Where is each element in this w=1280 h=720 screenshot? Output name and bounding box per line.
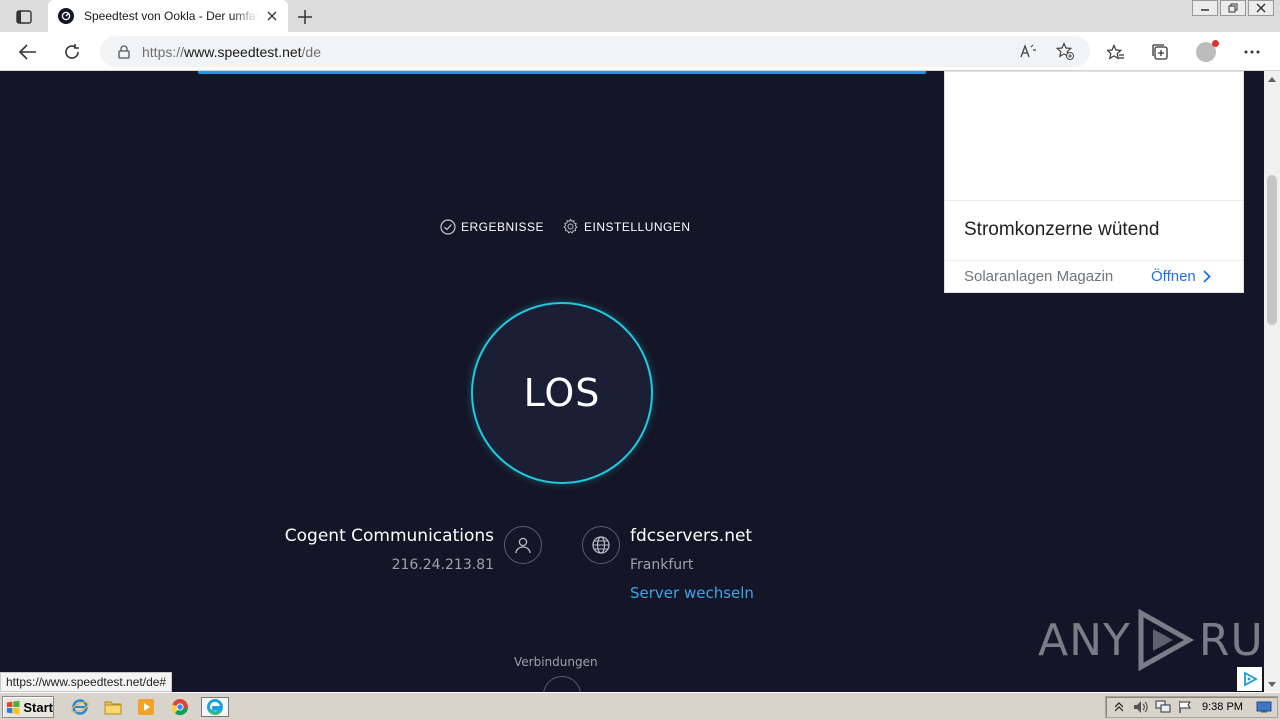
url-path: /de: [301, 43, 322, 60]
globe-icon: [582, 526, 620, 564]
internet-explorer-icon[interactable]: [69, 697, 91, 717]
adchoices-icon[interactable]: [1237, 667, 1262, 691]
gear-icon: [563, 218, 578, 234]
scroll-up-icon[interactable]: [1264, 71, 1280, 87]
edge-icon: [207, 699, 223, 715]
speedtest-page: ERGEBNISSE EINSTELLUNGEN LOS Cogent Comm…: [0, 71, 1264, 692]
read-aloud-icon[interactable]: [1018, 40, 1040, 62]
reload-button[interactable]: [59, 39, 85, 65]
more-options-icon: [1244, 50, 1260, 54]
start-test-label: LOS: [523, 371, 601, 415]
checkmark-circle-icon: [440, 218, 456, 235]
header-accent-bar: [198, 71, 926, 74]
change-server-link[interactable]: Server wechseln: [630, 584, 754, 602]
server-name: fdcservers.net: [630, 526, 753, 546]
ad-open-button[interactable]: Öffnen: [1151, 268, 1211, 285]
show-hidden-icons-icon[interactable]: [1110, 699, 1128, 715]
play-logo-icon: [1138, 609, 1194, 671]
chevron-right-icon: [1203, 270, 1211, 283]
results-label: ERGEBNISSE: [461, 219, 545, 234]
results-link[interactable]: ERGEBNISSE: [440, 218, 545, 235]
ad-source: Solaranlagen Magazin: [964, 268, 1114, 285]
ad-open-label: Öffnen: [1151, 268, 1196, 285]
taskbar: Start 9:38 PM: [0, 692, 1280, 720]
minimize-button[interactable]: [1192, 0, 1218, 16]
restore-icon: [1228, 3, 1238, 13]
tab-title: Speedtest von Ookla - Der umfassende Ges…: [84, 9, 258, 23]
watermark-left: ANY: [1038, 614, 1131, 666]
browser-tab-active[interactable]: Speedtest von Ookla - Der umfassende Ges…: [48, 0, 288, 32]
browser-toolbar: https://www.speedtest.net/de: [0, 32, 1280, 71]
close-icon: [1256, 3, 1266, 13]
favorites-icon: [1107, 43, 1124, 60]
collections-button[interactable]: [1147, 39, 1173, 65]
start-button[interactable]: Start: [2, 696, 54, 718]
profile-button[interactable]: [1193, 39, 1219, 65]
url-host: www.speedtest.net: [184, 43, 302, 60]
taskbar-clock[interactable]: 9:38 PM: [1202, 701, 1243, 713]
page-scrollbar[interactable]: [1264, 71, 1280, 692]
connections-label: Verbindungen: [514, 655, 598, 669]
windows-logo-icon: [6, 700, 20, 714]
url-scheme: https://: [142, 43, 185, 60]
scroll-down-icon[interactable]: [1264, 676, 1280, 692]
tab-close-icon[interactable]: [264, 8, 280, 24]
arrow-left-icon: [19, 44, 36, 60]
minimize-icon: [1201, 9, 1209, 11]
tab-actions-button[interactable]: [10, 6, 38, 28]
ad-image: [945, 72, 1243, 201]
watermark-right: RUN: [1198, 614, 1264, 666]
server-location: Frankfurt: [630, 557, 694, 573]
action-center-flag-icon[interactable]: [1176, 699, 1194, 715]
connections-toggle-icon[interactable]: [543, 676, 581, 692]
collections-icon: [1152, 44, 1168, 60]
avatar: [1196, 40, 1219, 62]
scrollbar-thumb[interactable]: [1267, 175, 1277, 325]
restore-button[interactable]: [1220, 0, 1246, 16]
status-bar-url: https://www.speedtest.net/de#: [0, 672, 173, 692]
system-tray: 9:38 PM: [1105, 696, 1278, 718]
start-test-button[interactable]: LOS: [471, 302, 653, 484]
chrome-icon[interactable]: [169, 697, 191, 717]
browser-tab-bar: Speedtest von Ookla - Der umfassende Ges…: [0, 0, 1280, 32]
address-bar[interactable]: https://www.speedtest.net/de: [100, 36, 1090, 67]
lock-icon: [118, 44, 130, 59]
tab-actions-icon: [16, 10, 32, 24]
show-desktop-icon[interactable]: [1255, 699, 1273, 715]
add-favorite-icon[interactable]: [1054, 40, 1076, 62]
ad-footer: Solaranlagen Magazin Öffnen: [945, 260, 1243, 293]
back-button[interactable]: [15, 39, 41, 65]
speedtest-menu: ERGEBNISSE EINSTELLUNGEN: [440, 218, 709, 235]
advertisement[interactable]: Stromkonzerne wütend Solaranlagen Magazi…: [944, 71, 1244, 293]
url-text: https://www.speedtest.net/de: [142, 44, 321, 60]
menu-button[interactable]: [1239, 39, 1265, 65]
anyrun-watermark: ANY RUN: [1038, 609, 1264, 671]
plus-icon: [298, 10, 312, 24]
reload-icon: [65, 44, 79, 59]
new-tab-button[interactable]: [294, 6, 316, 28]
window-controls: [1190, 0, 1274, 16]
speedtest-favicon-icon: [58, 8, 74, 24]
network-icon[interactable]: [1154, 699, 1172, 715]
media-player-icon[interactable]: [135, 697, 157, 717]
volume-icon[interactable]: [1132, 699, 1150, 715]
settings-link[interactable]: EINSTELLUNGEN: [562, 218, 691, 235]
settings-label: EINSTELLUNGEN: [584, 219, 691, 234]
edge-taskbar-button[interactable]: [201, 697, 229, 717]
isp-ip-address: 216.24.213.81: [391, 557, 494, 573]
favorites-button[interactable]: [1103, 39, 1129, 65]
ad-headline[interactable]: Stromkonzerne wütend: [964, 219, 1159, 241]
user-icon: [504, 526, 542, 564]
isp-name: Cogent Communications: [284, 526, 494, 546]
close-window-button[interactable]: [1248, 0, 1274, 16]
file-explorer-icon[interactable]: [102, 697, 124, 717]
start-label: Start: [23, 699, 53, 715]
